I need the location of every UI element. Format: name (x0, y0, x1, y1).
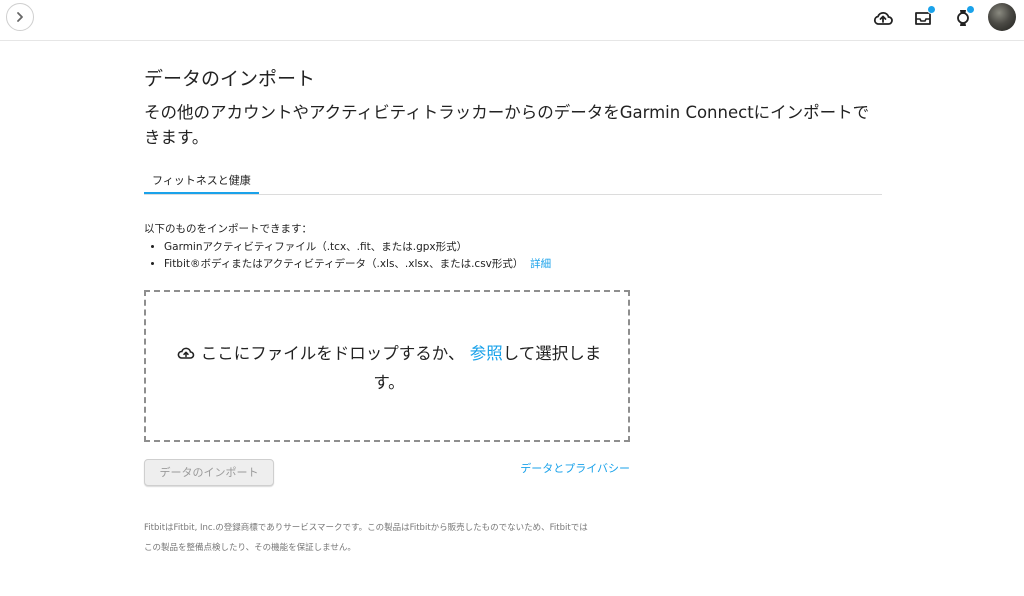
tab-fitness-health[interactable]: フィットネスと健康 (144, 170, 259, 194)
upload-cloud-icon (177, 342, 195, 369)
details-link[interactable]: 詳細 (530, 258, 551, 270)
browse-link[interactable]: 参照 (470, 344, 503, 363)
import-info: 以下のものをインポートできます： Garminアクティビティファイル（.tcx、… (144, 222, 744, 273)
upload-cloud-icon (872, 7, 894, 29)
fitbit-disclaimer: FitbitはFitbit, Inc.の登録商標でありサービスマークです。この製… (144, 523, 588, 553)
top-bar (0, 0, 1024, 41)
dropzone-text: ここにファイルをドロップするか、 参照して選択します。 (166, 340, 612, 396)
page-title: データのインポート (144, 68, 316, 90)
device-button[interactable] (952, 5, 975, 29)
expand-sidebar-button[interactable] (6, 3, 34, 31)
info-lead: 以下のものをインポートできます： (144, 223, 312, 235)
data-privacy-link[interactable]: データとプライバシー (450, 460, 630, 476)
import-data-button[interactable]: データのインポート (144, 459, 274, 486)
avatar[interactable] (988, 3, 1016, 31)
tab-bar: フィットネスと健康 (144, 170, 882, 195)
notification-dot (927, 5, 936, 14)
chevron-right-icon (14, 8, 26, 27)
device-status-dot (966, 5, 975, 14)
inbox-button[interactable] (912, 5, 936, 29)
upload-button[interactable] (872, 7, 894, 29)
file-dropzone[interactable]: ここにファイルをドロップするか、 参照して選択します。 (144, 290, 630, 442)
list-item: Garminアクティビティファイル（.tcx、.fit、または.gpx形式） (164, 239, 744, 256)
page-subtitle: その他のアカウントやアクティビティトラッカーからのデータをGarmin Conn… (144, 103, 870, 147)
list-item: Fitbit®ボディまたはアクティビティデータ（.xls、.xlsx、または.c… (164, 256, 744, 273)
supported-formats-list: Garminアクティビティファイル（.tcx、.fit、または.gpx形式） F… (144, 239, 744, 273)
